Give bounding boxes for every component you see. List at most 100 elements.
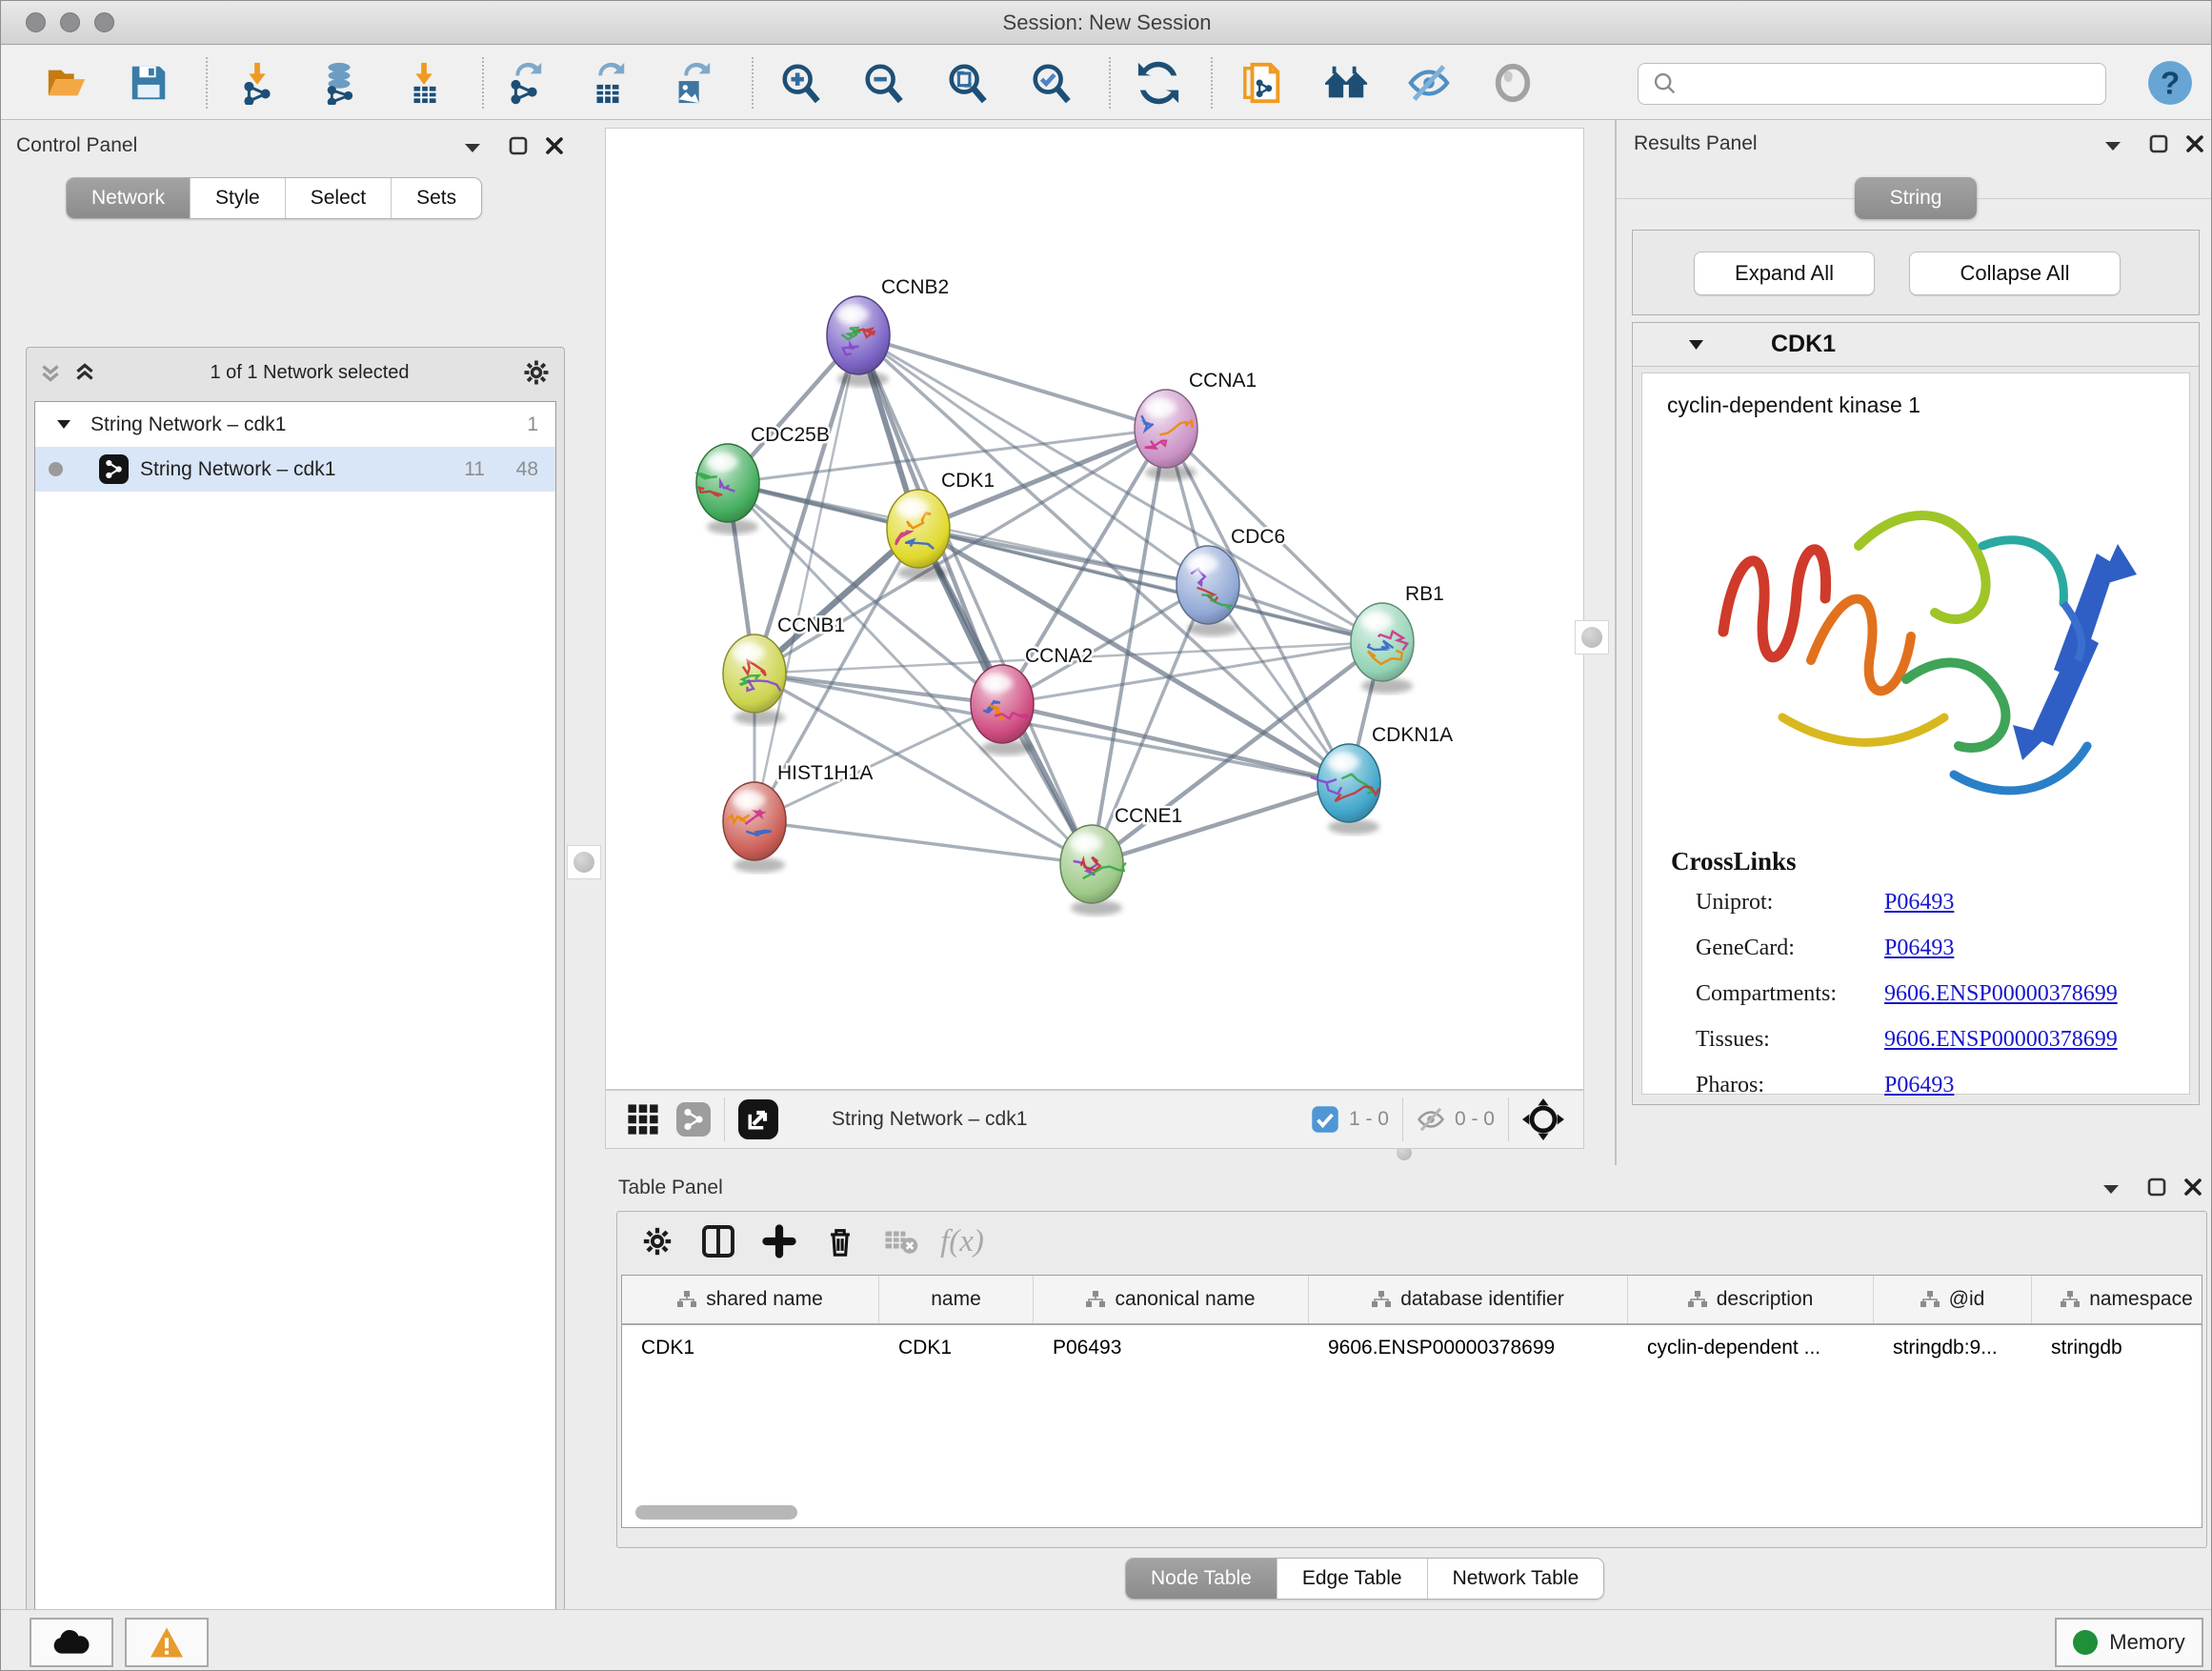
refresh-icon[interactable] xyxy=(1135,59,1182,107)
network-edge[interactable] xyxy=(858,335,1166,429)
cloud-status-button[interactable] xyxy=(30,1618,113,1667)
column-header-name[interactable]: name xyxy=(879,1276,1034,1323)
add-column-icon[interactable] xyxy=(749,1224,810,1258)
network-edge[interactable] xyxy=(858,335,1092,864)
show-eye-icon[interactable] xyxy=(1489,59,1537,107)
export-table-icon[interactable] xyxy=(584,59,632,107)
zoom-selected-icon[interactable] xyxy=(1028,59,1076,107)
table-cell[interactable]: stringdb xyxy=(2032,1325,2202,1371)
search-input[interactable] xyxy=(1638,63,2106,105)
memory-button[interactable]: Memory xyxy=(2055,1618,2203,1667)
table-cell[interactable]: CDK1 xyxy=(622,1325,879,1371)
table-panel-float-icon[interactable] xyxy=(2144,1175,2169,1199)
network-node-CDC6[interactable]: CDC6 xyxy=(1176,526,1285,636)
crosslink-link[interactable]: P06493 xyxy=(1884,1073,1954,1098)
detach-view-icon[interactable] xyxy=(738,1099,778,1139)
table-gear-icon[interactable] xyxy=(627,1225,688,1258)
network-share-icon[interactable] xyxy=(676,1102,711,1137)
import-database-icon[interactable] xyxy=(315,59,363,107)
tab-style[interactable]: Style xyxy=(191,178,286,218)
column-header-database-identifier[interactable]: database identifier xyxy=(1309,1276,1628,1323)
selected-checkbox-icon[interactable] xyxy=(1311,1105,1339,1134)
network-tree-root-row[interactable]: String Network – cdk1 1 xyxy=(35,402,555,447)
control-panel-float-icon[interactable] xyxy=(506,133,531,158)
zoom-in-icon[interactable] xyxy=(777,59,825,107)
network-canvas[interactable]: CCNB2CCNA1CDC25BCDK1CDC6RB1CCNB1CCNA2CDK… xyxy=(605,128,1584,1090)
function-builder-icon[interactable]: f(x) xyxy=(932,1224,993,1259)
export-image-icon[interactable] xyxy=(668,59,715,107)
table-panel-close-icon[interactable] xyxy=(2181,1175,2205,1199)
birds-eye-view-icon[interactable] xyxy=(1522,1098,1564,1140)
table-cell[interactable]: CDK1 xyxy=(879,1325,1034,1371)
save-session-icon[interactable] xyxy=(125,59,172,107)
delete-column-icon[interactable] xyxy=(810,1225,871,1258)
table-cell[interactable]: stringdb:9... xyxy=(1874,1325,2032,1371)
left-splitter-grip[interactable] xyxy=(567,845,601,879)
collapse-all-icon[interactable] xyxy=(38,360,63,385)
network-node-CDKN1A[interactable]: CDKN1A xyxy=(1311,724,1453,835)
right-splitter-grip[interactable] xyxy=(1575,620,1609,654)
gene-section-header[interactable]: CDK1 xyxy=(1633,323,2199,367)
crosslink-link[interactable]: 9606.ENSP00000378699 xyxy=(1884,1027,2118,1053)
control-panel-menu-icon[interactable] xyxy=(460,135,485,160)
crosslink-link[interactable]: P06493 xyxy=(1884,890,1954,916)
import-network-icon[interactable] xyxy=(234,59,282,107)
zoom-fit-icon[interactable] xyxy=(944,59,992,107)
network-node-CCNE1[interactable]: CCNE1 xyxy=(1060,805,1182,916)
column-header-description[interactable]: description xyxy=(1628,1276,1874,1323)
horizontal-scrollbar-thumb[interactable] xyxy=(635,1505,797,1520)
table-panel-menu-icon[interactable] xyxy=(2099,1177,2123,1201)
help-icon[interactable]: ? xyxy=(2146,59,2194,107)
open-session-icon[interactable] xyxy=(43,59,90,107)
gene-expander-icon[interactable] xyxy=(1688,339,1704,351)
tab-select[interactable]: Select xyxy=(286,178,392,218)
results-panel-float-icon[interactable] xyxy=(2146,131,2171,156)
zoom-out-icon[interactable] xyxy=(860,59,908,107)
export-network-icon[interactable] xyxy=(501,59,549,107)
network-tree-child-row[interactable]: String Network – cdk1 11 48 xyxy=(35,447,555,492)
tab-sets[interactable]: Sets xyxy=(392,178,481,218)
warning-status-button[interactable] xyxy=(125,1618,209,1667)
network-options-gear-icon[interactable] xyxy=(522,358,551,387)
collapse-all-button[interactable]: Collapse All xyxy=(1909,252,2121,295)
table-row[interactable]: CDK1CDK1P064939606.ENSP00000378699cyclin… xyxy=(622,1325,2202,1371)
table-cell[interactable]: cyclin-dependent ... xyxy=(1628,1325,1874,1371)
column-header--id[interactable]: @id xyxy=(1874,1276,2032,1323)
column-header-namespace[interactable]: namespace xyxy=(2032,1276,2202,1323)
column-header-canonical-name[interactable]: canonical name xyxy=(1034,1276,1309,1323)
network-node-RB1[interactable]: RB1 xyxy=(1351,583,1444,694)
tab-network[interactable]: Network xyxy=(67,178,191,218)
grid-view-icon[interactable] xyxy=(627,1103,659,1136)
table-cell[interactable]: P06493 xyxy=(1034,1325,1309,1371)
network-node-CCNA1[interactable]: CCNA1 xyxy=(1135,370,1257,480)
tab-string[interactable]: String xyxy=(1855,177,1977,219)
home-icon[interactable] xyxy=(1323,59,1371,107)
control-panel-close-icon[interactable] xyxy=(542,133,567,158)
tab-node-table[interactable]: Node Table xyxy=(1126,1559,1277,1599)
string-network-graph[interactable]: CCNB2CCNA1CDC25BCDK1CDC6RB1CCNB1CCNA2CDK… xyxy=(606,129,1583,1089)
crosslink-link[interactable]: 9606.ENSP00000378699 xyxy=(1884,981,2118,1007)
import-table-icon[interactable] xyxy=(401,59,449,107)
network-edge[interactable] xyxy=(1002,704,1349,783)
share-document-icon[interactable] xyxy=(1239,59,1287,107)
column-header-shared-name[interactable]: shared name xyxy=(622,1276,879,1323)
network-node-HIST1H1A[interactable]: HIST1H1A xyxy=(723,762,873,873)
show-columns-icon[interactable] xyxy=(688,1224,749,1258)
hide-unhide-icon[interactable] xyxy=(1405,59,1453,107)
expand-all-button[interactable]: Expand All xyxy=(1694,252,1875,295)
delete-table-icon[interactable] xyxy=(871,1224,932,1258)
network-edge[interactable] xyxy=(754,674,1002,704)
tree-expander-icon[interactable] xyxy=(56,419,71,430)
crosslink-link[interactable]: P06493 xyxy=(1884,936,1954,961)
expand-all-icon[interactable] xyxy=(72,360,97,385)
network-edge[interactable] xyxy=(754,335,858,821)
tab-edge-table[interactable]: Edge Table xyxy=(1277,1559,1428,1599)
network-node-CCNB2[interactable]: CCNB2 xyxy=(827,276,949,387)
tab-network-table[interactable]: Network Table xyxy=(1428,1559,1604,1599)
network-edge[interactable] xyxy=(754,821,1092,864)
network-edge[interactable] xyxy=(858,335,1382,642)
results-panel-menu-icon[interactable] xyxy=(2101,133,2125,158)
results-panel-close-icon[interactable] xyxy=(2182,131,2207,156)
hidden-eye-icon[interactable] xyxy=(1417,1105,1445,1134)
table-cell[interactable]: 9606.ENSP00000378699 xyxy=(1309,1325,1628,1371)
